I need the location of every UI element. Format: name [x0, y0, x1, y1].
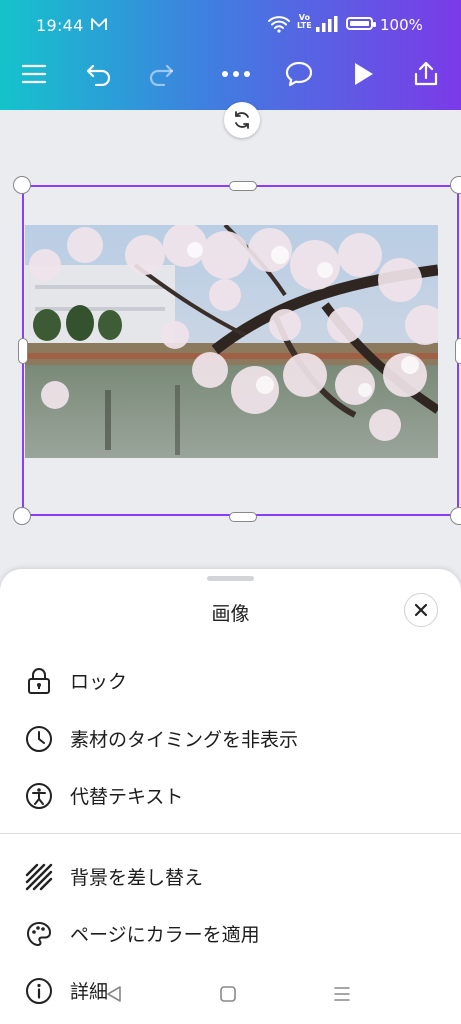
menu-item-lock[interactable]: ロック [0, 653, 461, 705]
share-icon[interactable] [408, 56, 444, 92]
battery-percentage: 100% [380, 16, 423, 34]
mail-notification-icon [90, 16, 108, 32]
close-icon [414, 603, 428, 617]
resize-handle-right[interactable] [455, 338, 461, 364]
resize-handle-top-left[interactable] [13, 176, 31, 194]
clock-icon [24, 724, 54, 754]
sheet-grabber[interactable] [207, 576, 254, 581]
menu-item-label: ページにカラーを適用 [70, 924, 260, 946]
status-time: 19:44 [36, 16, 84, 35]
resize-handle-top-right[interactable] [450, 176, 461, 194]
menu-item-label: ロック [70, 671, 128, 693]
close-button[interactable] [404, 593, 438, 627]
menu-item-hide-timing[interactable]: 素材のタイミングを非表示 [0, 711, 461, 763]
lock-icon [24, 666, 54, 696]
resize-handle-bottom-right[interactable] [450, 507, 461, 525]
resize-handle-top[interactable] [229, 181, 257, 191]
sheet-title: 画像 [211, 603, 250, 625]
resize-handle-bottom-left[interactable] [13, 507, 31, 525]
volte-indicator: Vo LTE [297, 13, 312, 30]
wifi-icon [268, 15, 290, 37]
menu-item-label: 素材のタイミングを非表示 [70, 729, 299, 751]
status-bar: 19:44 Vo LTE 100% [0, 0, 461, 52]
back-icon[interactable] [100, 980, 128, 1008]
signal-icon [316, 16, 338, 36]
battery-icon [346, 17, 376, 30]
hamburger-icon[interactable] [16, 56, 52, 92]
top-app-bar: 19:44 Vo LTE 100% [0, 0, 461, 110]
resize-handle-left[interactable] [18, 338, 28, 364]
menu-item-replace-background[interactable]: 背景を差し替え [0, 849, 461, 901]
menu-divider [0, 833, 461, 834]
recents-icon[interactable] [328, 980, 356, 1008]
rotate-icon [235, 111, 249, 129]
play-icon[interactable] [345, 56, 381, 92]
rotate-handle[interactable] [224, 102, 260, 138]
palette-icon [24, 919, 54, 949]
accessibility-icon [24, 781, 54, 811]
menu-item-apply-color[interactable]: ページにカラーを適用 [0, 906, 461, 958]
home-icon[interactable] [214, 980, 242, 1008]
resize-handle-bottom[interactable] [229, 512, 257, 522]
menu-item-label: 代替テキスト [70, 786, 184, 808]
hatch-icon [24, 862, 54, 892]
system-nav-bar [0, 964, 461, 1024]
redo-icon[interactable] [143, 56, 179, 92]
comment-icon[interactable] [281, 56, 317, 92]
selection-frame [22, 185, 459, 516]
image-options-sheet: 画像 ロック 素材のタイミングを非表示 代替テキスト 背景を差し替え ページにカ… [0, 569, 461, 1024]
menu-item-label: 背景を差し替え [70, 867, 204, 889]
undo-icon[interactable] [81, 56, 117, 92]
more-icon[interactable] [218, 56, 254, 92]
menu-item-alt-text[interactable]: 代替テキスト [0, 768, 461, 820]
